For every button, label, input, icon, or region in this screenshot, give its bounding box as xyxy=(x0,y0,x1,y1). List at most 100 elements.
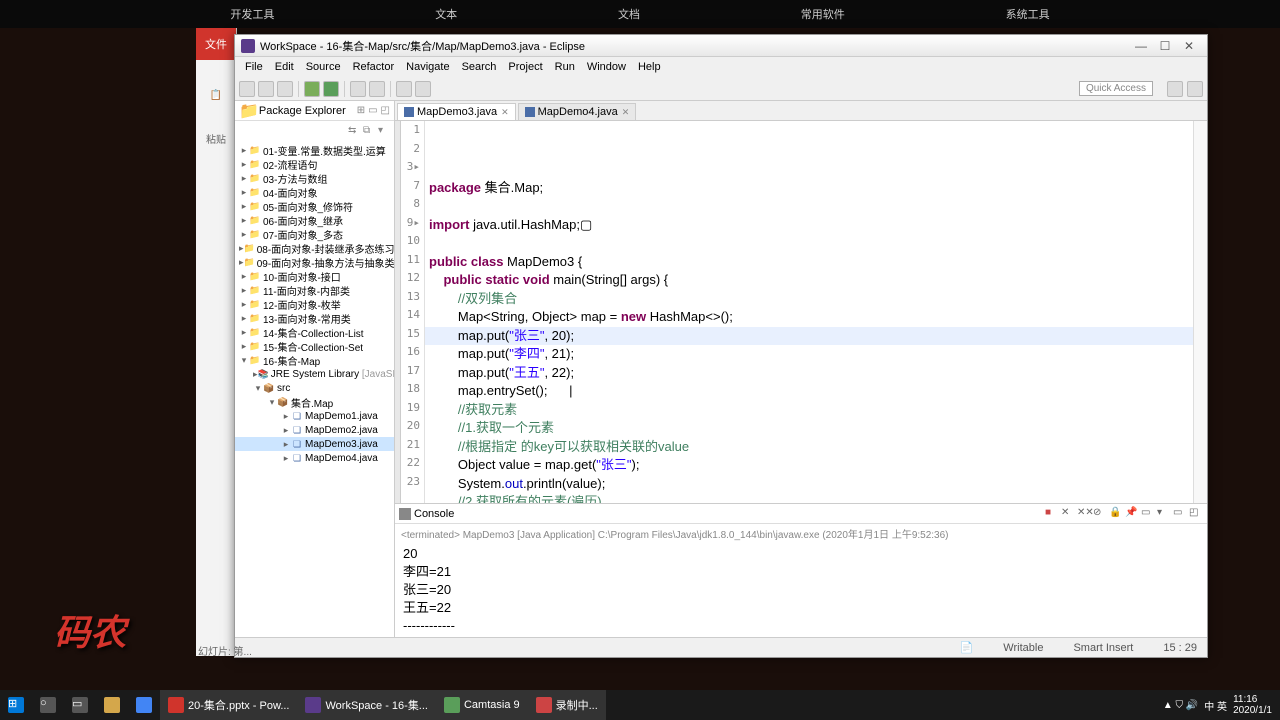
menu-refactor[interactable]: Refactor xyxy=(347,61,401,73)
tray-icons[interactable]: ▲ ⛉ 🔊 xyxy=(1163,700,1198,711)
topbar-text[interactable]: 文本 xyxy=(435,6,457,22)
tree-item[interactable]: ▸📁01-变量.常量.数据类型.运算 xyxy=(235,143,394,157)
taskbar-camtasia[interactable]: Camtasia 9 xyxy=(436,690,528,720)
editor-tab[interactable]: MapDemo4.java✕ xyxy=(518,103,637,120)
tree-item[interactable]: ▸📁05-面向对象_修饰符 xyxy=(235,199,394,213)
tree-item[interactable]: ▸❏MapDemo4.java xyxy=(235,451,394,465)
tb-save[interactable] xyxy=(258,81,274,97)
tree-item[interactable]: ▸📁09-面向对象-抽象方法与抽象类 xyxy=(235,255,394,269)
tray-ime[interactable]: 中 英 xyxy=(1204,698,1227,713)
status-insert: Smart Insert xyxy=(1073,642,1133,654)
quick-access[interactable]: Quick Access xyxy=(1079,81,1153,96)
topbar-systools[interactable]: 系统工具 xyxy=(1006,6,1050,22)
tb-debug[interactable] xyxy=(304,81,320,97)
maximize-view-icon[interactable]: ◰ xyxy=(381,105,390,116)
tree-item[interactable]: ▸📁13-面向对象-常用类 xyxy=(235,311,394,325)
menu-navigate[interactable]: Navigate xyxy=(400,61,455,73)
code-editor[interactable]: 123▸789▸1011121314151617181920212223 pac… xyxy=(395,121,1207,503)
link-editor-icon[interactable]: ⧉ xyxy=(363,125,375,137)
ribbon-file-tab[interactable]: 文件 xyxy=(196,28,236,60)
tree-item[interactable]: ▸📁06-面向对象_继承 xyxy=(235,213,394,227)
tb-newclass[interactable] xyxy=(369,81,385,97)
tree-item[interactable]: ▸📁04-面向对象 xyxy=(235,185,394,199)
tree-item[interactable]: ▸📁08-面向对象-封装继承多态练习 xyxy=(235,241,394,255)
overview-ruler[interactable] xyxy=(1193,121,1207,503)
menu-window[interactable]: Window xyxy=(581,61,632,73)
taskbar-explorer[interactable] xyxy=(96,690,128,720)
tree-item[interactable]: ▾📦集合.Map xyxy=(235,395,394,409)
menu-run[interactable]: Run xyxy=(549,61,581,73)
paste-label: 粘贴 xyxy=(196,131,236,146)
menu-help[interactable]: Help xyxy=(632,61,667,73)
menu-search[interactable]: Search xyxy=(456,61,503,73)
view-dropdown-icon[interactable]: ▾ xyxy=(378,125,390,137)
tb-newpkg[interactable] xyxy=(350,81,366,97)
tb-open[interactable] xyxy=(396,81,412,97)
tb-saveall[interactable] xyxy=(277,81,293,97)
tb-run[interactable] xyxy=(323,81,339,97)
tree-item[interactable]: ▸📁07-面向对象_多态 xyxy=(235,227,394,241)
source-code[interactable]: package 集合.Map; import java.util.HashMap… xyxy=(429,179,1189,504)
minimize-button[interactable]: — xyxy=(1129,39,1153,53)
system-tray[interactable]: ▲ ⛉ 🔊 中 英 11:162020/1/1 xyxy=(1163,694,1280,716)
task-view-button[interactable]: ▭ xyxy=(64,690,96,720)
tb-search[interactable] xyxy=(415,81,431,97)
tree-item[interactable]: ▸❏MapDemo1.java xyxy=(235,409,394,423)
tree-item[interactable]: ▾📁16-集合-Map xyxy=(235,353,394,367)
max-console-icon[interactable]: ◰ xyxy=(1189,507,1203,521)
scroll-lock-icon[interactable]: 🔒 xyxy=(1109,507,1123,521)
remove-all-icon[interactable]: ✕✕ xyxy=(1077,507,1091,521)
perspective-debug[interactable] xyxy=(1187,81,1203,97)
tree-item[interactable]: ▸📁14-集合-Collection-List xyxy=(235,325,394,339)
tree-item[interactable]: ▸📁10-面向对象-接口 xyxy=(235,269,394,283)
window-title: WorkSpace - 16-集合-Map/src/集合/Map/MapDemo… xyxy=(260,38,1129,54)
tree-item[interactable]: ▸📁03-方法与数组 xyxy=(235,171,394,185)
pin-console-icon[interactable]: 📌 xyxy=(1125,507,1139,521)
start-button[interactable]: ⊞ xyxy=(0,690,32,720)
tree-item[interactable]: ▸📁12-面向对象-枚举 xyxy=(235,297,394,311)
tree-item[interactable]: ▸📚JRE System Library [JavaSE-1.8] xyxy=(235,367,394,381)
console-title: Console xyxy=(414,508,1043,520)
paste-icon[interactable]: 📋 xyxy=(196,90,236,101)
cortana-button[interactable]: ○ xyxy=(32,690,64,720)
maximize-button[interactable]: ☐ xyxy=(1153,39,1177,53)
editor-tabs: MapDemo3.java✕MapDemo4.java✕ xyxy=(395,101,1207,121)
topbar-devtools[interactable]: 开发工具 xyxy=(230,6,274,22)
perspective-java[interactable] xyxy=(1167,81,1183,97)
menu-project[interactable]: Project xyxy=(502,61,548,73)
tree-item[interactable]: ▸❏MapDemo3.java xyxy=(235,437,394,451)
taskbar-recording[interactable]: 录制中... xyxy=(528,690,606,720)
open-console-icon[interactable]: ▾ xyxy=(1157,507,1171,521)
tb-new[interactable] xyxy=(239,81,255,97)
menu-file[interactable]: File xyxy=(239,61,269,73)
tree-item[interactable]: ▸❏MapDemo2.java xyxy=(235,423,394,437)
terminate-icon[interactable]: ■ xyxy=(1045,507,1059,521)
taskbar-powerpoint[interactable]: 20-集合.pptx - Pow... xyxy=(160,690,297,720)
watermark-logo: 码农 xyxy=(20,590,160,670)
status-position: 15 : 29 xyxy=(1163,642,1197,654)
clear-console-icon[interactable]: ⊘ xyxy=(1093,507,1107,521)
tree-item[interactable]: ▾📦src xyxy=(235,381,394,395)
tree-item[interactable]: ▸📁02-流程语句 xyxy=(235,157,394,171)
remove-launch-icon[interactable]: ✕ xyxy=(1061,507,1075,521)
topbar-docs[interactable]: 文档 xyxy=(618,6,640,22)
titlebar: WorkSpace - 16-集合-Map/src/集合/Map/MapDemo… xyxy=(235,35,1207,57)
editor-tab[interactable]: MapDemo3.java✕ xyxy=(397,103,516,120)
collapse-all-icon[interactable]: ⇆ xyxy=(348,125,360,137)
menu-source[interactable]: Source xyxy=(300,61,347,73)
topbar-software[interactable]: 常用软件 xyxy=(801,6,845,22)
console-output[interactable]: 20李四=21张三=20王五=22------------ xyxy=(395,543,1207,637)
package-tree[interactable]: ▸📁01-变量.常量.数据类型.运算▸📁02-流程语句▸📁03-方法与数组▸📁0… xyxy=(235,141,394,637)
tree-item[interactable]: ▸📁11-面向对象-内部类 xyxy=(235,283,394,297)
status-bar: 📄 Writable Smart Insert 15 : 29 xyxy=(235,637,1207,657)
min-console-icon[interactable]: ▭ xyxy=(1173,507,1187,521)
menu-edit[interactable]: Edit xyxy=(269,61,300,73)
tree-item[interactable]: ▸📁15-集合-Collection-Set xyxy=(235,339,394,353)
display-selected-icon[interactable]: ▭ xyxy=(1141,507,1155,521)
taskbar-eclipse[interactable]: WorkSpace - 16-集... xyxy=(297,690,436,720)
view-menu-icon[interactable]: ⊞ xyxy=(357,105,365,116)
tray-time[interactable]: 11:162020/1/1 xyxy=(1233,694,1272,716)
taskbar-chrome[interactable] xyxy=(128,690,160,720)
minimize-view-icon[interactable]: ▭ xyxy=(368,105,377,116)
close-button[interactable]: ✕ xyxy=(1177,39,1201,53)
